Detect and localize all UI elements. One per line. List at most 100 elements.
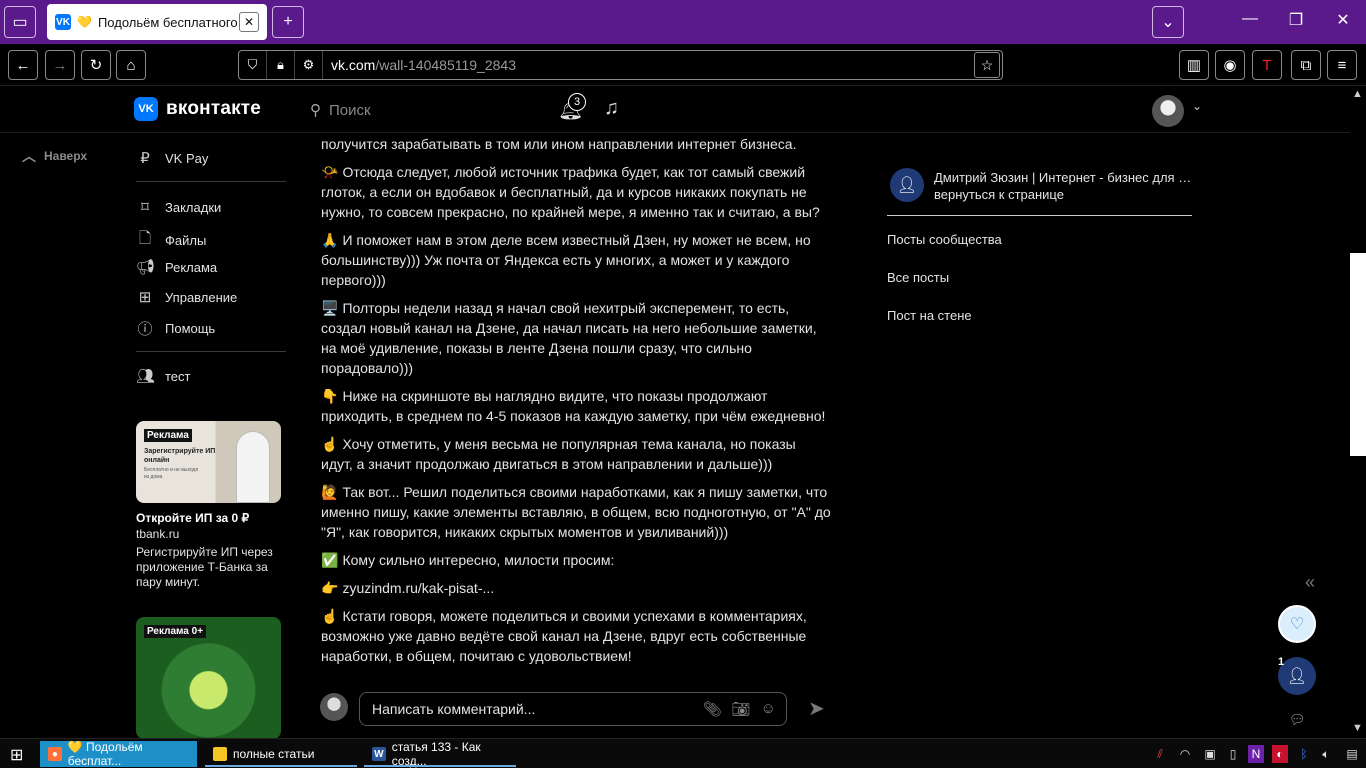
divider bbox=[887, 215, 1192, 216]
profile-avatar[interactable] bbox=[1152, 95, 1184, 127]
task-label: полные статьи bbox=[233, 747, 315, 761]
menu-community-posts[interactable]: Посты сообщества bbox=[887, 232, 1002, 247]
emoji-icon[interactable]: ☺ bbox=[761, 700, 776, 718]
group-name[interactable]: Дмитрий Зюзин | Интернет - бизнес для на… bbox=[934, 170, 1192, 185]
ruble-icon: ₽ bbox=[140, 150, 150, 167]
ad-image[interactable]: Реклама Зарегистрируйте ИП онлайн Беспла… bbox=[136, 421, 281, 503]
chat-bubble-icon[interactable]: 💬︎ bbox=[1289, 712, 1306, 728]
tray-device-icon[interactable]: ▣ bbox=[1202, 745, 1218, 763]
url-domain: vk.com bbox=[331, 57, 376, 73]
url-path: /wall-140485119_2843 bbox=[375, 57, 516, 73]
tab-title: Подольём бесплатного тр bbox=[97, 14, 239, 30]
help-icon: ⓘ bbox=[137, 321, 153, 338]
search-box[interactable]: ⚲ Поиск bbox=[310, 101, 371, 120]
post-paragraph: получится зарабатывать в том или ином на… bbox=[321, 134, 831, 154]
lock-icon[interactable]: 🔒︎ bbox=[267, 51, 295, 79]
computer-emoji-icon: 🖥️ bbox=[321, 300, 339, 316]
sidebar-toggle-icon[interactable]: ▥ bbox=[1179, 50, 1209, 80]
notifications-icon[interactable]: ▤ bbox=[1344, 745, 1360, 763]
close-window-button[interactable]: ✕ bbox=[1331, 10, 1355, 30]
sidebar-item-label: Управление bbox=[165, 289, 238, 305]
heart-icon: 💛 bbox=[77, 15, 92, 29]
bluetooth-icon[interactable]: ᛒ bbox=[1296, 745, 1312, 763]
menu-icon[interactable]: ≡ bbox=[1327, 50, 1357, 80]
sidebar-item-manage[interactable]: ⊞ Управление bbox=[136, 288, 238, 306]
bookmark-icon: ⌑ bbox=[141, 199, 149, 216]
tab-active[interactable]: VK 💛 Подольём бесплатного тр ✕ bbox=[47, 4, 267, 40]
ad-card-tbank[interactable]: Реклама Зарегистрируйте ИП онлайн Беспла… bbox=[136, 421, 281, 590]
scroll-up-arrow-icon[interactable]: ▲ bbox=[1352, 88, 1363, 100]
ad-card-2[interactable]: Реклама 0+ bbox=[136, 617, 281, 739]
chat-avatar-1[interactable]: ♡ bbox=[1278, 605, 1316, 643]
permissions-icon[interactable]: ⚙ bbox=[295, 51, 323, 79]
home-button[interactable]: ⌂ bbox=[116, 50, 146, 80]
sidebar-item-test[interactable]: 👥︎ тест bbox=[136, 367, 191, 385]
scroll-up-button[interactable]: ︿ Наверх bbox=[22, 146, 87, 166]
taskbar-firefox[interactable]: ● 💛 Подольём бесплат... bbox=[40, 740, 197, 768]
sidebar-item-label: тест bbox=[165, 368, 191, 384]
chevron-down-icon[interactable]: ⌄ bbox=[1192, 99, 1202, 113]
tray-red-icon[interactable]: ◐ bbox=[1272, 745, 1288, 763]
comment-input[interactable]: Написать комментарий... 📎︎ 📷︎ ☺ bbox=[359, 692, 787, 726]
tray-app-icon[interactable]: ⫽ bbox=[1152, 745, 1168, 763]
chevron-up-icon: ︿ bbox=[22, 148, 36, 164]
post-text: Ниже на скриншоте вы наглядно видите, чт… bbox=[321, 388, 826, 424]
sidebar-item-label: Закладки bbox=[165, 199, 222, 215]
taskbar-word[interactable]: W статья 133 - Как созд... bbox=[364, 740, 516, 768]
point-right-emoji-icon: 👉 bbox=[321, 580, 339, 596]
post-link[interactable]: zyuzindm.ru/kak-pisat-... bbox=[342, 580, 494, 596]
ad-image[interactable]: Реклама 0+ bbox=[136, 617, 281, 739]
menu-all-posts[interactable]: Все посты bbox=[887, 270, 949, 285]
url-text[interactable]: vk.com/wall-140485119_2843 bbox=[323, 57, 974, 73]
firefox-icon: ● bbox=[48, 747, 62, 761]
vk-header: VK вконтакте ⚲ Поиск 🔔︎ 3 ♫ ⌄ bbox=[0, 87, 1350, 133]
sidebar-item-help[interactable]: ⓘ Помощь bbox=[136, 318, 215, 339]
page-scrollbar-thumb[interactable] bbox=[1350, 253, 1366, 456]
check-emoji-icon: ✅ bbox=[321, 552, 339, 568]
sidebar-item-ads[interactable]: 📢︎ Реклама bbox=[136, 258, 217, 276]
taskbar-explorer[interactable]: полные статьи bbox=[205, 741, 357, 767]
vk-logo[interactable]: VK вконтакте bbox=[134, 97, 261, 121]
new-tab-button[interactable]: + bbox=[272, 6, 304, 38]
attach-icon[interactable]: 📎︎ bbox=[703, 700, 722, 718]
shield-icon[interactable]: ⛉ bbox=[239, 51, 267, 79]
scroll-down-arrow-icon[interactable]: ▼ bbox=[1352, 722, 1363, 734]
back-to-page-link[interactable]: вернуться к странице bbox=[934, 187, 1064, 202]
reload-button[interactable]: ↻ bbox=[81, 50, 111, 80]
notifications-bell-icon[interactable]: 🔔︎ 3 bbox=[558, 93, 586, 122]
sidebar-item-vkpay[interactable]: ₽ VK Pay bbox=[136, 149, 208, 167]
tab-manager-icon[interactable]: ▭ bbox=[4, 6, 36, 38]
volume-icon[interactable]: 🔈︎ bbox=[1318, 745, 1334, 763]
bookmark-star-icon[interactable]: ☆ bbox=[974, 52, 1000, 78]
back-button[interactable]: ← bbox=[8, 50, 38, 80]
extensions-icon[interactable]: ⧉ bbox=[1291, 50, 1321, 80]
list-tabs-button[interactable]: ⌄ bbox=[1152, 6, 1184, 38]
usb-icon[interactable]: ▯ bbox=[1225, 745, 1241, 763]
minimize-button[interactable]: — bbox=[1238, 10, 1262, 28]
task-underline bbox=[205, 765, 357, 767]
collapse-chats-icon[interactable]: « bbox=[1305, 572, 1315, 593]
restore-button[interactable]: ❐ bbox=[1284, 10, 1308, 30]
point-up-emoji-icon: ☝️ bbox=[321, 436, 339, 452]
account-icon[interactable]: ◉ bbox=[1215, 50, 1245, 80]
camera-icon[interactable]: 📷︎ bbox=[732, 700, 751, 718]
post-text: Отсюда следует, любой источник трафика б… bbox=[321, 164, 820, 220]
url-bar[interactable]: ⛉ 🔒︎ ⚙ vk.com/wall-140485119_2843 ☆ bbox=[238, 50, 1003, 80]
grid-icon: ⊞ bbox=[138, 289, 152, 306]
tray-n-icon[interactable]: N bbox=[1248, 745, 1264, 763]
megaphone-icon: 📢︎ bbox=[136, 259, 156, 276]
network-icon[interactable]: ◠ bbox=[1177, 745, 1193, 763]
send-icon[interactable]: ➤ bbox=[808, 696, 825, 721]
music-icon[interactable]: ♫ bbox=[604, 97, 619, 120]
group-avatar[interactable]: 👤︎ bbox=[890, 168, 924, 202]
sidebar-item-bookmarks[interactable]: ⌑ Закладки bbox=[136, 198, 221, 216]
extension-t-icon[interactable]: T bbox=[1252, 50, 1282, 80]
task-label: 💛 Подольём бесплат... bbox=[67, 740, 143, 768]
sidebar-item-files[interactable]: 🗋 Файлы bbox=[136, 228, 206, 253]
windows-start-icon[interactable]: ⊞ bbox=[10, 745, 23, 765]
forward-button[interactable]: → bbox=[45, 50, 75, 80]
menu-wall-post[interactable]: Пост на стене bbox=[887, 308, 972, 323]
browser-tab-strip: ▭ VK 💛 Подольём бесплатного тр ✕ + ⌄ — ❐… bbox=[0, 0, 1366, 44]
close-tab-icon[interactable]: ✕ bbox=[239, 12, 259, 32]
task-underline bbox=[364, 765, 516, 767]
